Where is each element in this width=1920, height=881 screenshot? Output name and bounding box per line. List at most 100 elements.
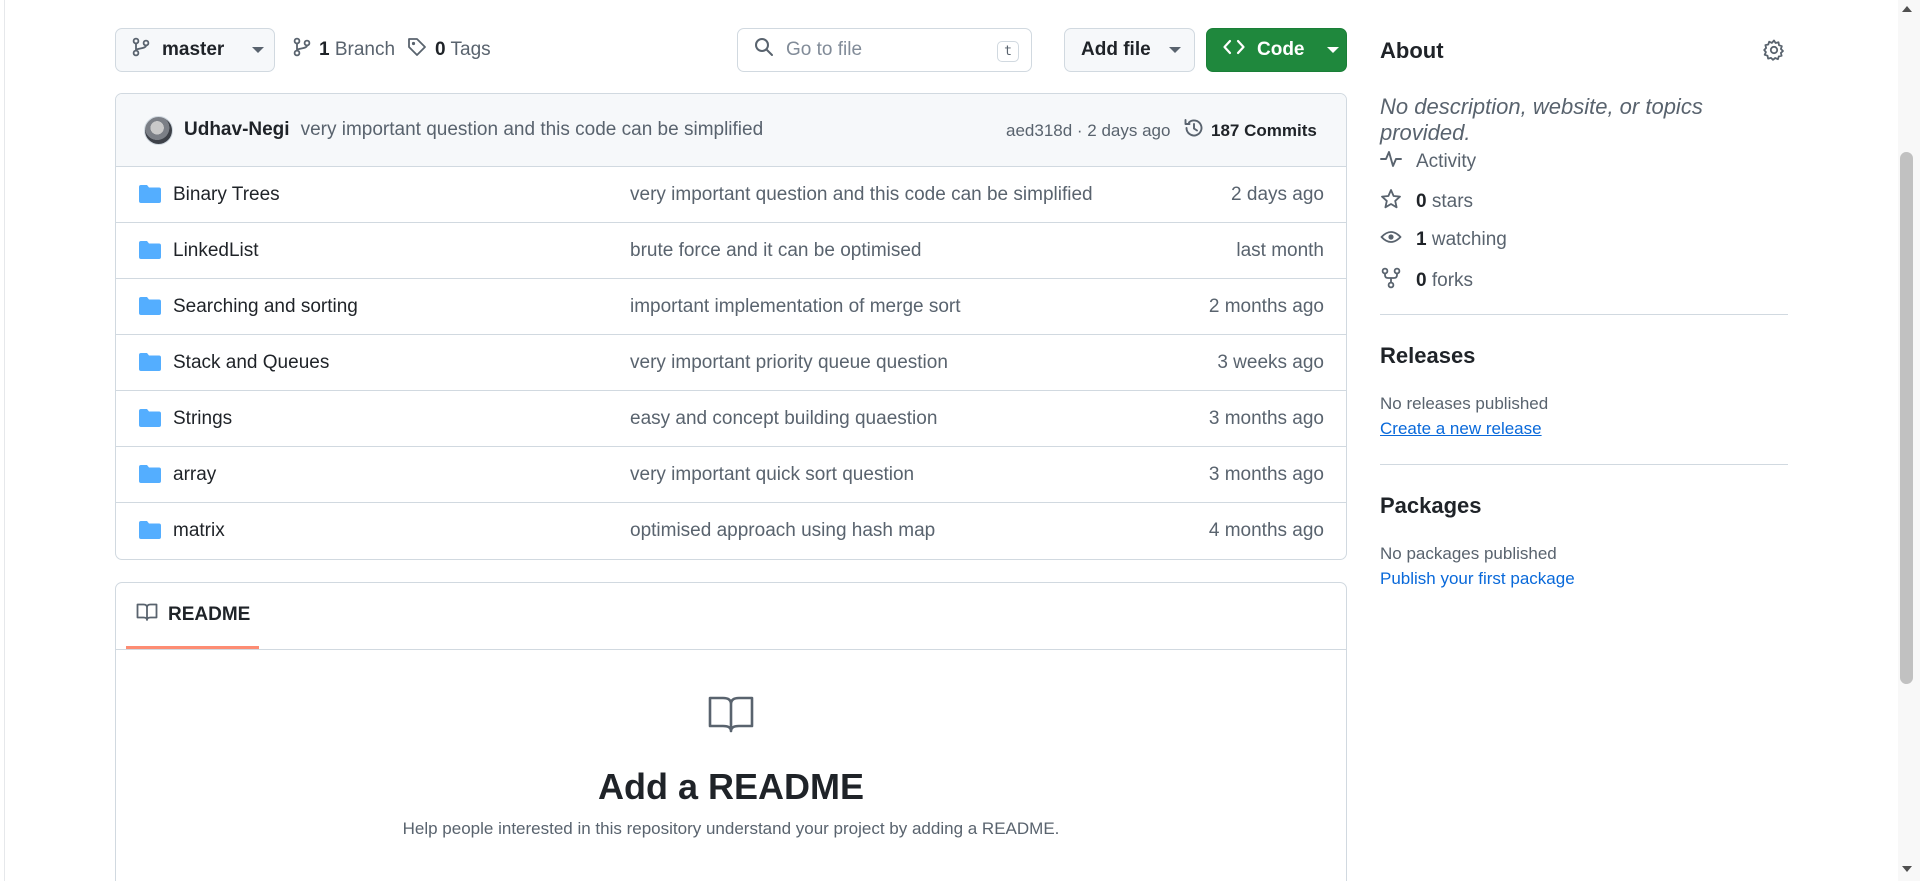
page-left-edge	[0, 0, 5, 881]
branches-label: Branch	[334, 39, 396, 60]
book-icon	[136, 602, 158, 628]
tags-link[interactable]: 0 Tags	[407, 28, 491, 72]
sidebar-divider	[1380, 464, 1788, 465]
book-icon	[708, 695, 754, 738]
watching-label: watching	[1431, 229, 1507, 250]
readme-empty-title: Add a README	[597, 766, 864, 807]
folder-icon	[138, 296, 162, 321]
branch-selector-button[interactable]: master	[115, 28, 275, 72]
keyboard-shortcut-hint: t	[997, 41, 1019, 62]
file-table: Udhav-Negi very important question and t…	[115, 93, 1347, 560]
file-commit-date: 3 weeks ago	[1217, 351, 1324, 373]
file-name-link[interactable]: matrix	[173, 520, 225, 542]
activity-link[interactable]: Activity	[1380, 149, 1476, 175]
about-heading: About	[1380, 38, 1444, 63]
table-row[interactable]: Binary Trees very important question and…	[116, 167, 1346, 223]
file-commit-date: 3 months ago	[1208, 463, 1324, 485]
history-icon	[1183, 117, 1205, 144]
code-label: Code	[1257, 39, 1305, 60]
latest-commit-bar: Udhav-Negi very important question and t…	[116, 94, 1346, 167]
packages-status: No packages published	[1380, 544, 1557, 563]
table-row[interactable]: Searching and sorting important implemen…	[116, 279, 1346, 335]
commit-hash-and-time[interactable]: aed318d · 2 days ago	[1006, 94, 1170, 167]
avatar[interactable]	[144, 115, 173, 145]
branches-link[interactable]: 1 Branch	[293, 28, 395, 72]
file-name-link[interactable]: Strings	[173, 408, 232, 430]
file-commit-message-link[interactable]: brute force and it can be optimised	[630, 240, 922, 262]
table-row[interactable]: array very important quick sort question…	[116, 447, 1346, 503]
table-row[interactable]: Strings easy and concept building quaest…	[116, 391, 1346, 447]
sidebar-divider	[1380, 314, 1788, 315]
file-commit-message-link[interactable]: optimised approach using hash map	[630, 520, 935, 542]
create-release-link[interactable]: Create a new release	[1380, 419, 1542, 439]
eye-icon	[1380, 228, 1402, 252]
file-commit-message-link[interactable]: important implementation of merge sort	[630, 296, 961, 318]
scroll-up-arrow-icon[interactable]	[1902, 6, 1912, 12]
watchers-link[interactable]: 1 watching	[1380, 228, 1507, 252]
file-name-link[interactable]: LinkedList	[173, 240, 259, 262]
file-commit-message-link[interactable]: very important question and this code ca…	[630, 184, 1093, 206]
commits-count: 187 Commits	[1211, 120, 1317, 140]
add-file-label: Add file	[1081, 39, 1151, 60]
code-button[interactable]: Code	[1206, 28, 1347, 72]
forks-count: 0	[1416, 270, 1427, 291]
file-commit-date: 2 days ago	[1231, 183, 1324, 205]
readme-panel: README Add a README Help people interest…	[115, 582, 1347, 881]
file-commit-date: 2 months ago	[1208, 295, 1324, 317]
scrollbar-thumb[interactable]	[1900, 152, 1913, 684]
file-name-link[interactable]: Stack and Queues	[173, 352, 329, 374]
scroll-down-arrow-icon[interactable]	[1902, 866, 1912, 872]
file-commit-date: last month	[1236, 239, 1324, 261]
code-icon	[1223, 38, 1245, 62]
commit-message-link[interactable]: very important question and this code ca…	[301, 119, 764, 141]
releases-status: No releases published	[1380, 394, 1549, 413]
stars-count: 0	[1416, 191, 1427, 212]
file-name-link[interactable]: array	[173, 464, 216, 486]
file-commit-date: 3 months ago	[1208, 407, 1324, 429]
packages-heading[interactable]: Packages	[1380, 493, 1482, 519]
file-name-link[interactable]: Searching and sorting	[173, 296, 358, 318]
activity-label: Activity	[1416, 151, 1477, 172]
tags-label: Tags	[450, 39, 491, 60]
table-row[interactable]: matrix optimised approach using hash map…	[116, 503, 1346, 559]
file-commit-message-link[interactable]: easy and concept building quaestion	[630, 408, 937, 430]
file-commit-message-link[interactable]: very important quick sort question	[630, 464, 914, 486]
commits-history-link[interactable]: 187 Commits	[1183, 94, 1317, 167]
go-to-file-placeholder: Go to file	[786, 39, 863, 60]
star-icon	[1380, 188, 1402, 216]
folder-icon	[138, 520, 162, 545]
chevron-down-icon	[252, 47, 265, 53]
forks-label: forks	[1431, 270, 1474, 291]
add-file-button[interactable]: Add file	[1064, 28, 1195, 72]
folder-icon	[138, 464, 162, 489]
tab-readme[interactable]: README	[126, 583, 259, 649]
git-branch-icon	[293, 37, 311, 63]
file-commit-message-link[interactable]: very important priority queue question	[630, 352, 948, 374]
table-row[interactable]: Stack and Queues very important priority…	[116, 335, 1346, 391]
file-commit-date: 4 months ago	[1208, 520, 1324, 541]
fork-icon	[1380, 267, 1402, 295]
watching-count: 1	[1416, 229, 1427, 250]
readme-tab-label: README	[168, 603, 251, 625]
branch-name: master	[162, 39, 225, 60]
repo-toolbar: master 1 Branch 0 Tags Go to file t Add …	[115, 28, 1347, 72]
chevron-down-icon	[1326, 47, 1339, 53]
commit-author-link[interactable]: Udhav-Negi	[184, 119, 290, 141]
go-to-file-input[interactable]: Go to file t	[737, 28, 1032, 72]
forks-link[interactable]: 0 forks	[1380, 267, 1473, 295]
branches-count: 1	[319, 39, 330, 60]
about-description: No description, website, or topics provi…	[1380, 94, 1703, 145]
chevron-down-icon	[1168, 47, 1181, 53]
stars-label: stars	[1431, 191, 1474, 212]
folder-icon	[138, 240, 162, 265]
tag-icon	[407, 37, 427, 63]
folder-icon	[138, 184, 162, 209]
publish-package-link[interactable]: Publish your first package	[1380, 569, 1575, 589]
pulse-icon	[1380, 149, 1402, 175]
table-row[interactable]: LinkedList brute force and it can be opt…	[116, 223, 1346, 279]
releases-heading[interactable]: Releases	[1380, 343, 1475, 369]
stars-link[interactable]: 0 stars	[1380, 188, 1473, 216]
file-name-link[interactable]: Binary Trees	[173, 184, 280, 206]
readme-header-divider	[116, 649, 1346, 650]
gear-icon[interactable]	[1762, 38, 1786, 67]
